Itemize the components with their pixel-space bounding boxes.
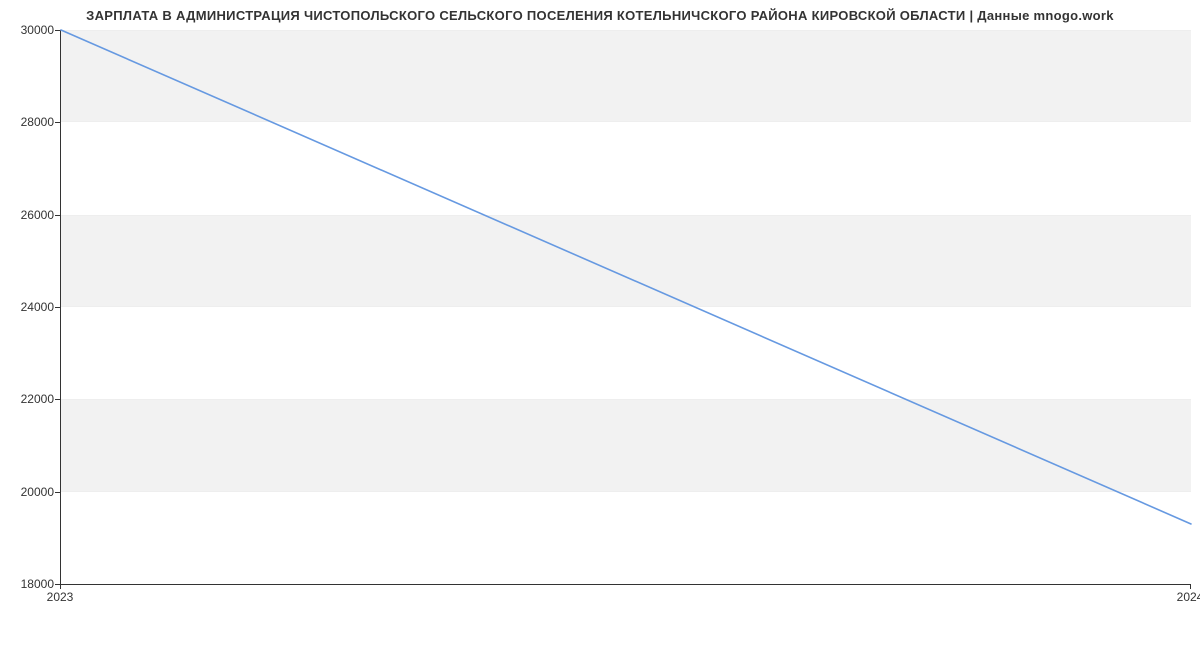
plot-area <box>60 30 1191 585</box>
y-tick-label: 18000 <box>21 577 54 591</box>
x-tick-label: 2023 <box>47 590 74 604</box>
y-tick-label: 30000 <box>21 23 54 37</box>
data-line <box>61 30 1191 524</box>
line-layer <box>61 30 1191 584</box>
chart-title: ЗАРПЛАТА В АДМИНИСТРАЦИЯ ЧИСТОПОЛЬСКОГО … <box>0 8 1200 23</box>
y-tick-label: 26000 <box>21 208 54 222</box>
y-tick-label: 22000 <box>21 392 54 406</box>
y-tick-label: 28000 <box>21 115 54 129</box>
x-tick-label: 2024 <box>1177 590 1200 604</box>
y-tick-label: 20000 <box>21 485 54 499</box>
chart-container: ЗАРПЛАТА В АДМИНИСТРАЦИЯ ЧИСТОПОЛЬСКОГО … <box>0 0 1200 650</box>
y-tick-label: 24000 <box>21 300 54 314</box>
